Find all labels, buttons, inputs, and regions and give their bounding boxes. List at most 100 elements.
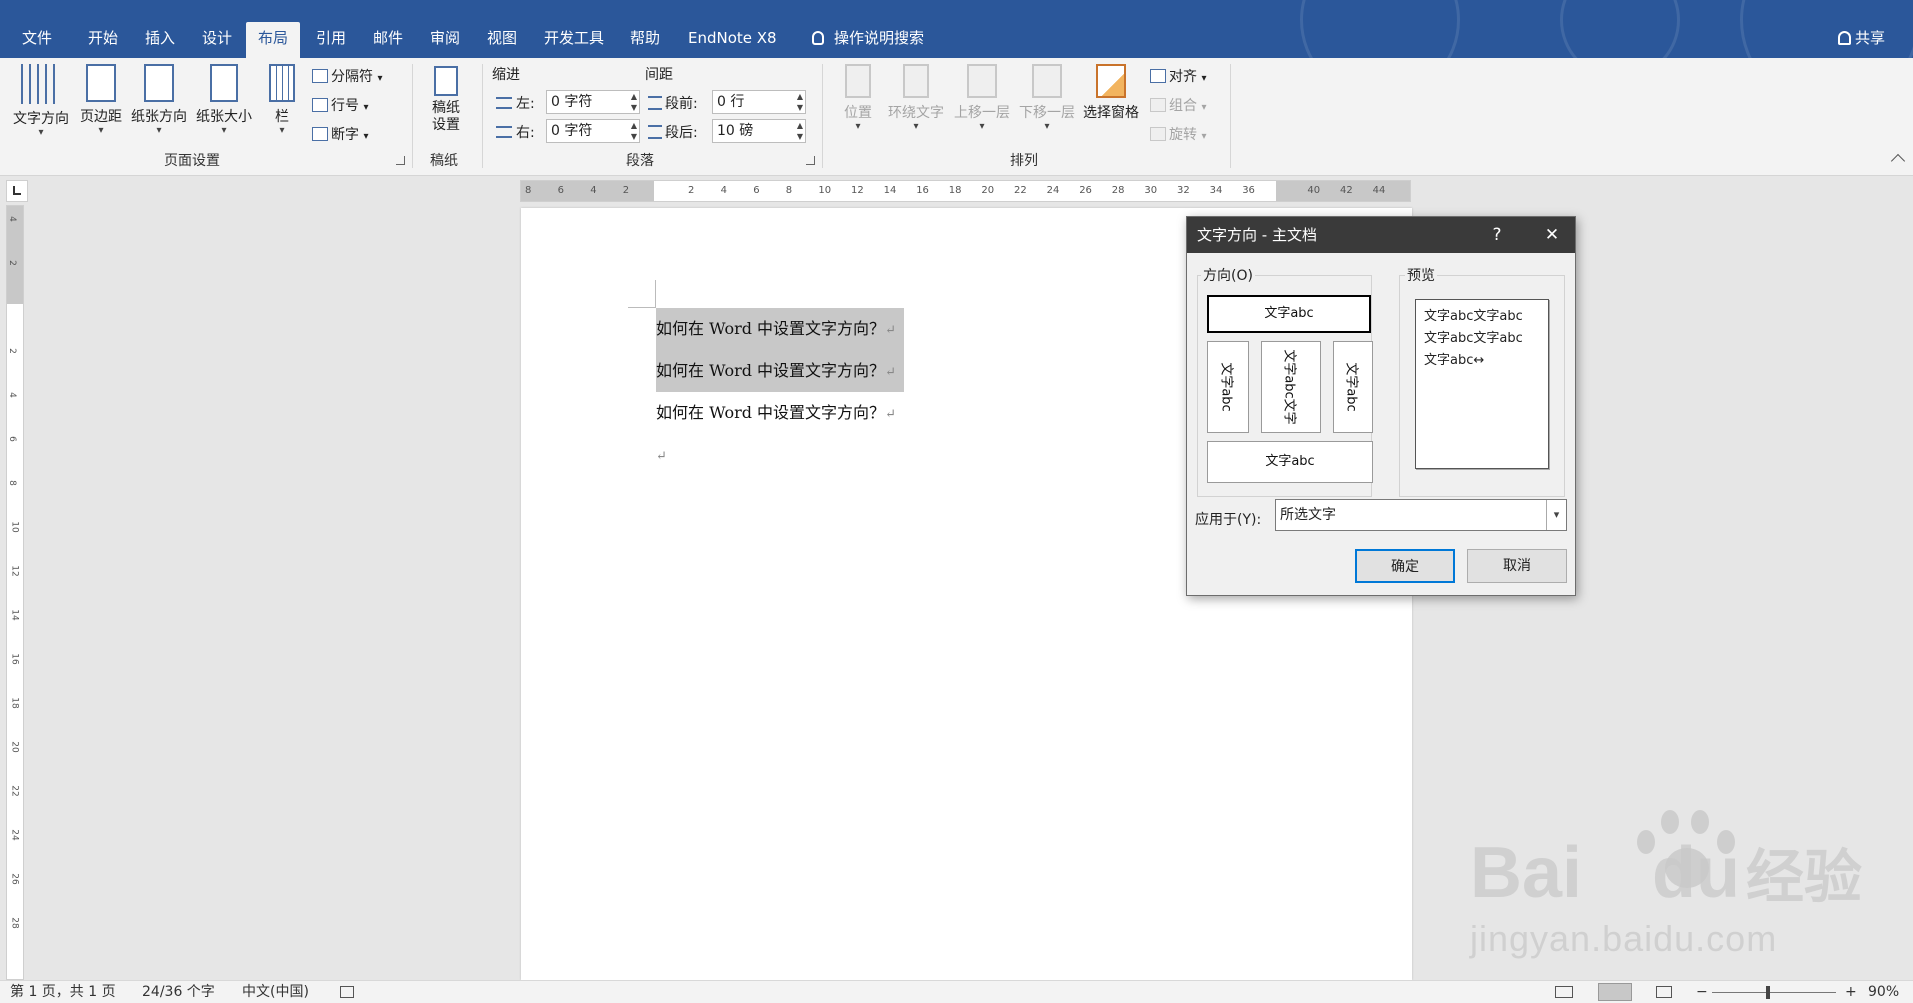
text-direction-button[interactable]: 文字方向 ▾ — [8, 64, 74, 138]
preview-line: 文字abc↔ — [1424, 353, 1485, 368]
position-button[interactable]: 位置 ▾ — [838, 64, 878, 132]
group-icon — [1150, 98, 1166, 112]
selection-pane-button[interactable]: 选择窗格 — [1080, 64, 1142, 122]
rotate-button[interactable]: 旋转 ▾ — [1150, 124, 1206, 144]
direction-option-horizontal[interactable]: 文字abc — [1207, 295, 1371, 333]
tab-insert[interactable]: 插入 — [133, 22, 187, 58]
tab-design[interactable]: 设计 — [190, 22, 244, 58]
zoom-in-button[interactable]: + — [1845, 981, 1857, 1003]
help-button[interactable]: ? — [1477, 217, 1517, 253]
ruler-tick-label: 8 — [6, 480, 17, 486]
tab-help[interactable]: 帮助 — [618, 22, 672, 58]
spacing-before-input[interactable]: 0 行 ▲ ▼ — [712, 90, 806, 114]
paragraph-line[interactable]: 如何在 Word 中设置文字方向？↵ — [656, 308, 904, 350]
group-separator — [412, 64, 413, 168]
tab-layout[interactable]: 布局 — [246, 22, 301, 58]
share-button[interactable]: 共享 — [1826, 22, 1897, 58]
direction-option-vertical-left[interactable]: 文字abc — [1207, 341, 1249, 433]
tell-me-search[interactable]: 操作说明搜索 — [800, 22, 936, 58]
title-bar: 文件 开始 插入 设计 布局 引用 邮件 审阅 视图 开发工具 帮助 EndNo… — [0, 0, 1913, 58]
wrap-text-button[interactable]: 环绕文字 ▾ — [884, 64, 948, 132]
cancel-button[interactable]: 取消 — [1467, 549, 1567, 583]
hyphenation-icon — [312, 127, 328, 141]
margins-button[interactable]: 页边距 ▾ — [76, 64, 126, 136]
share-label: 共享 — [1855, 29, 1886, 47]
word-count[interactable]: 24/36 个字 — [142, 981, 215, 1003]
group-button[interactable]: 组合 ▾ — [1150, 95, 1206, 115]
selection-pane-icon — [1096, 64, 1126, 98]
bring-forward-icon — [967, 64, 997, 98]
group-label-manuscript: 稿纸 — [430, 153, 458, 169]
paragraph-line[interactable]: 如何在 Word 中设置文字方向？↵ — [656, 392, 904, 434]
chevron-down-icon: ▾ — [1201, 102, 1207, 113]
columns-button[interactable]: 栏 ▾ — [264, 64, 300, 136]
empty-paragraph[interactable]: ↵ — [656, 434, 675, 476]
indent-left-icon — [496, 97, 512, 109]
group-separator — [1230, 64, 1231, 168]
ruler-tick-label: 18 — [9, 697, 20, 709]
collapse-ribbon-icon[interactable] — [1890, 153, 1906, 169]
hyphenation-button[interactable]: 断字 ▾ — [312, 124, 368, 144]
page-count[interactable]: 第 1 页，共 1 页 — [10, 981, 116, 1003]
ruler-tick-label: 4 — [6, 216, 17, 222]
spinner-arrows-icon[interactable]: ▲ ▼ — [631, 120, 637, 142]
zoom-out-button[interactable]: − — [1696, 981, 1708, 1003]
horizontal-ruler[interactable]: 8 6 4 2 2 4 6 8 10 12 14 16 18 20 22 24 26 28 30 32 34 36 40 42… — [520, 180, 1411, 202]
direction-option-vertical-stacked[interactable]: 文字abc文字 — [1261, 341, 1321, 433]
chevron-down-icon: ▾ — [98, 125, 104, 136]
print-layout-icon[interactable] — [1598, 983, 1632, 1001]
spinner-arrows-icon[interactable]: ▲ ▼ — [797, 120, 803, 142]
orientation-button[interactable]: 纸张方向 ▾ — [128, 64, 190, 136]
chevron-down-icon: ▾ — [1201, 131, 1207, 142]
apply-to-select[interactable]: 所选文字 ▾ — [1275, 499, 1567, 531]
tab-references[interactable]: 引用 — [304, 22, 358, 58]
baidu-watermark: Bai du 经验 jingyan.baidu.com — [1470, 790, 1890, 970]
indent-left-input[interactable]: 0 字符 ▲ ▼ — [546, 90, 640, 114]
apply-to-label: 应用于(Y): — [1195, 512, 1262, 528]
spacing-after-input[interactable]: 10 磅 ▲ ▼ — [712, 119, 806, 143]
zoom-level[interactable]: 90% — [1868, 981, 1899, 1003]
tab-file[interactable]: 文件 — [10, 22, 64, 58]
chevron-down-icon: ▾ — [38, 127, 44, 138]
direction-option-vertical-right[interactable]: 文字abc — [1333, 341, 1373, 433]
tab-home[interactable]: 开始 — [76, 22, 130, 58]
zoom-slider[interactable] — [1712, 992, 1836, 993]
read-mode-icon[interactable] — [1555, 986, 1573, 998]
web-layout-icon[interactable] — [1656, 986, 1672, 998]
tab-developer[interactable]: 开发工具 — [532, 22, 616, 58]
macro-record-icon[interactable] — [340, 986, 354, 998]
chevron-down-icon: ▾ — [855, 121, 861, 132]
indent-right-input[interactable]: 0 字符 ▲ ▼ — [546, 119, 640, 143]
paragraph-line[interactable]: 如何在 Word 中设置文字方向？↵ — [656, 350, 904, 392]
manuscript-settings-button[interactable]: 稿纸 设置 — [424, 66, 468, 134]
line-numbers-button[interactable]: 行号 ▾ — [312, 95, 368, 115]
tab-review[interactable]: 审阅 — [418, 22, 472, 58]
ok-button[interactable]: 确定 — [1355, 549, 1455, 583]
bring-forward-button[interactable]: 上移一层 ▾ — [950, 64, 1014, 132]
ruler-tick-label: 22 — [9, 785, 20, 797]
tab-mailings[interactable]: 邮件 — [361, 22, 415, 58]
align-button[interactable]: 对齐 ▾ — [1150, 66, 1206, 86]
title-decoration — [1300, 0, 1460, 58]
indent-right-icon — [496, 126, 512, 138]
ruler-tick-label: 4 — [6, 392, 17, 398]
ruler-tick-label: 6 — [6, 436, 17, 442]
language[interactable]: 中文(中国) — [242, 981, 309, 1003]
spinner-arrows-icon[interactable]: ▲ ▼ — [797, 91, 803, 113]
ruler-tick-label: 10 — [9, 521, 20, 533]
breaks-button[interactable]: 分隔符 ▾ — [312, 66, 382, 86]
direction-option-horizontal-flipped[interactable]: 文字abc — [1207, 441, 1373, 483]
close-icon[interactable]: ✕ — [1532, 217, 1572, 253]
tab-stop-selector[interactable] — [6, 180, 28, 202]
zoom-slider-thumb[interactable] — [1766, 986, 1770, 999]
vertical-ruler[interactable]: 4 2 2 4 6 8 10 12 14 16 18 20 22 24 26 28 — [6, 205, 24, 980]
size-button[interactable]: 纸张大小 ▾ — [192, 64, 256, 136]
spinner-arrows-icon[interactable]: ▲ ▼ — [631, 91, 637, 113]
dialog-launcher-icon[interactable] — [806, 156, 815, 165]
tab-view[interactable]: 视图 — [475, 22, 529, 58]
send-backward-button[interactable]: 下移一层 ▾ — [1015, 64, 1079, 132]
send-backward-icon — [1032, 64, 1062, 98]
dialog-launcher-icon[interactable] — [396, 156, 405, 165]
chevron-down-icon: ▾ — [1201, 73, 1207, 84]
tab-endnote[interactable]: EndNote X8 — [676, 22, 789, 58]
